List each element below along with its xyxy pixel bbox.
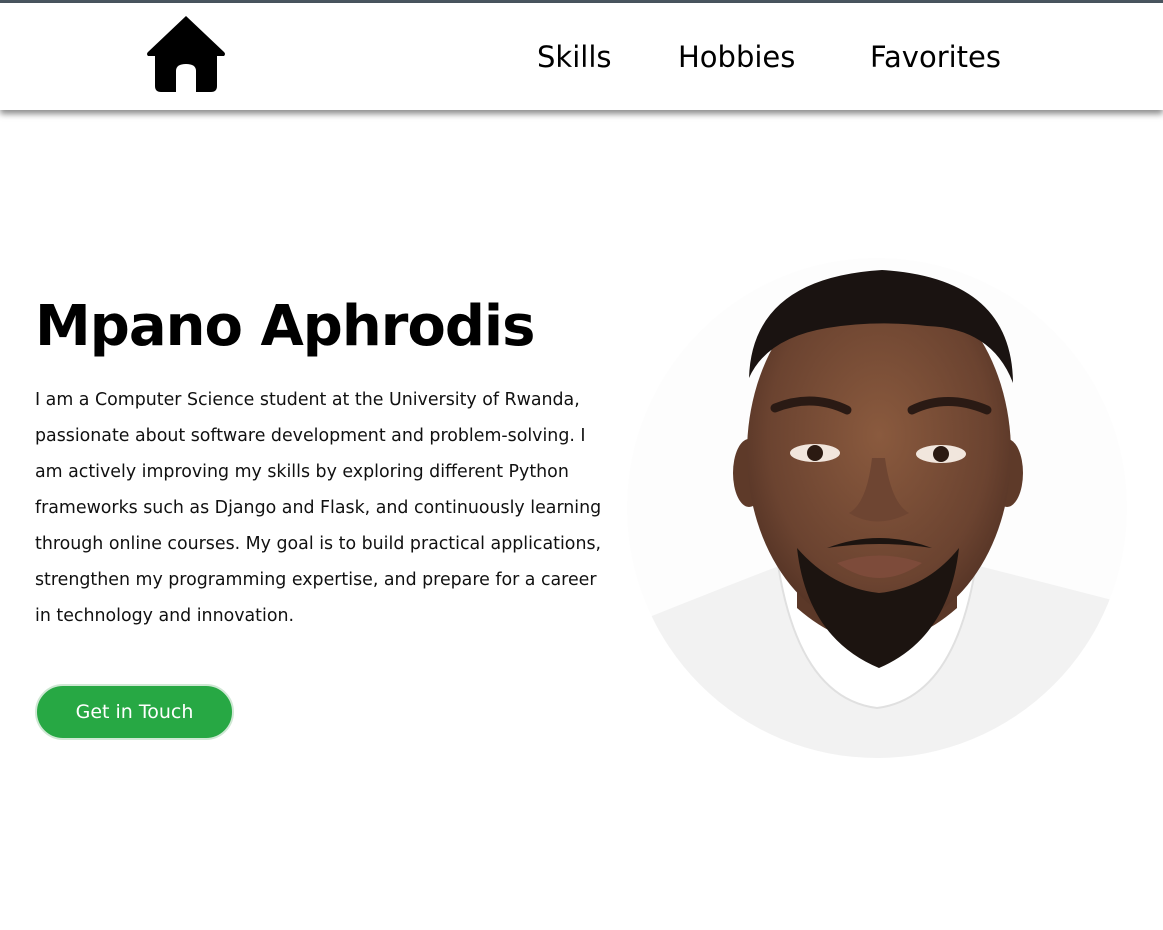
nav-link-skills[interactable]: Skills xyxy=(537,37,611,77)
portfolio-page: Skills Hobbies Favorites Mpano Aphrodis … xyxy=(0,0,1163,930)
nav-link-favorites[interactable]: Favorites xyxy=(870,37,1001,77)
hero-name: Mpano Aphrodis xyxy=(35,294,535,359)
profile-photo xyxy=(627,258,1127,758)
nav-link-hobbies[interactable]: Hobbies xyxy=(678,37,795,77)
nav-links: Skills Hobbies Favorites xyxy=(0,3,1163,110)
get-in-touch-button[interactable]: Get in Touch xyxy=(35,684,234,740)
hero-bio: I am a Computer Science student at the U… xyxy=(35,390,602,626)
navbar: Skills Hobbies Favorites xyxy=(0,3,1163,110)
